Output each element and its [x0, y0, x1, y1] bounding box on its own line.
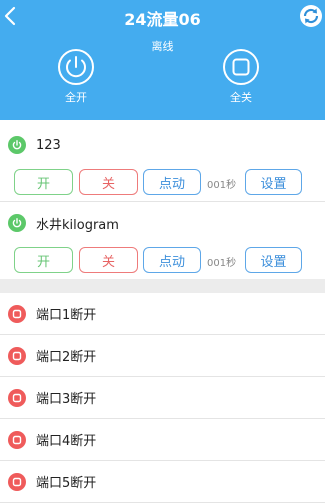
port-name: 端口2断开 [36, 350, 97, 365]
on-button[interactable]: 开 [14, 247, 73, 273]
port-name: 端口1断开 [36, 308, 97, 323]
control-item: 123 开 关 点动 001秒 设置 [0, 124, 325, 202]
all-off-button[interactable]: 全关 [216, 48, 266, 110]
stop-status-icon [8, 388, 26, 407]
port-name: 端口3断开 [36, 392, 97, 407]
stop-status-icon [8, 472, 26, 491]
on-button[interactable]: 开 [14, 169, 73, 195]
power-on-icon [8, 214, 26, 232]
seconds-value: 001秒 [207, 180, 237, 191]
port-name: 端口5断开 [36, 476, 97, 491]
section-divider [0, 279, 325, 293]
all-on-label: 全开 [65, 91, 87, 104]
connection-status: 离线 [151, 40, 174, 53]
all-off-label: 全关 [230, 91, 252, 104]
power-icon [58, 49, 94, 85]
jog-button[interactable]: 点动 [143, 247, 201, 273]
port-item[interactable]: 端口4断开 [0, 419, 325, 461]
port-name: 端口4断开 [36, 434, 97, 449]
app-header: 24流量06 离线 全开 全关 [0, 0, 325, 120]
page-title: 24流量06 [124, 10, 201, 29]
control-name: 123 [36, 137, 61, 153]
port-item[interactable]: 端口2断开 [0, 335, 325, 377]
jog-button[interactable]: 点动 [143, 169, 201, 195]
off-button[interactable]: 关 [79, 247, 138, 273]
control-name: 水井kilogram [36, 217, 119, 233]
all-on-button[interactable]: 全开 [51, 48, 101, 110]
refresh-icon[interactable] [299, 4, 323, 28]
control-item: 水井kilogram 开 关 点动 001秒 设置 [0, 202, 325, 280]
stop-status-icon [8, 346, 26, 365]
power-on-icon [8, 136, 26, 154]
settings-button[interactable]: 设置 [245, 169, 302, 195]
seconds-value: 001秒 [207, 258, 237, 269]
stop-status-icon [8, 430, 26, 449]
port-item[interactable]: 端口3断开 [0, 377, 325, 419]
settings-button[interactable]: 设置 [245, 247, 302, 273]
stop-icon [223, 49, 259, 85]
port-item[interactable]: 端口5断开 [0, 461, 325, 503]
port-item[interactable]: 端口1断开 [0, 293, 325, 335]
stop-status-icon [8, 304, 26, 323]
off-button[interactable]: 关 [79, 169, 138, 195]
